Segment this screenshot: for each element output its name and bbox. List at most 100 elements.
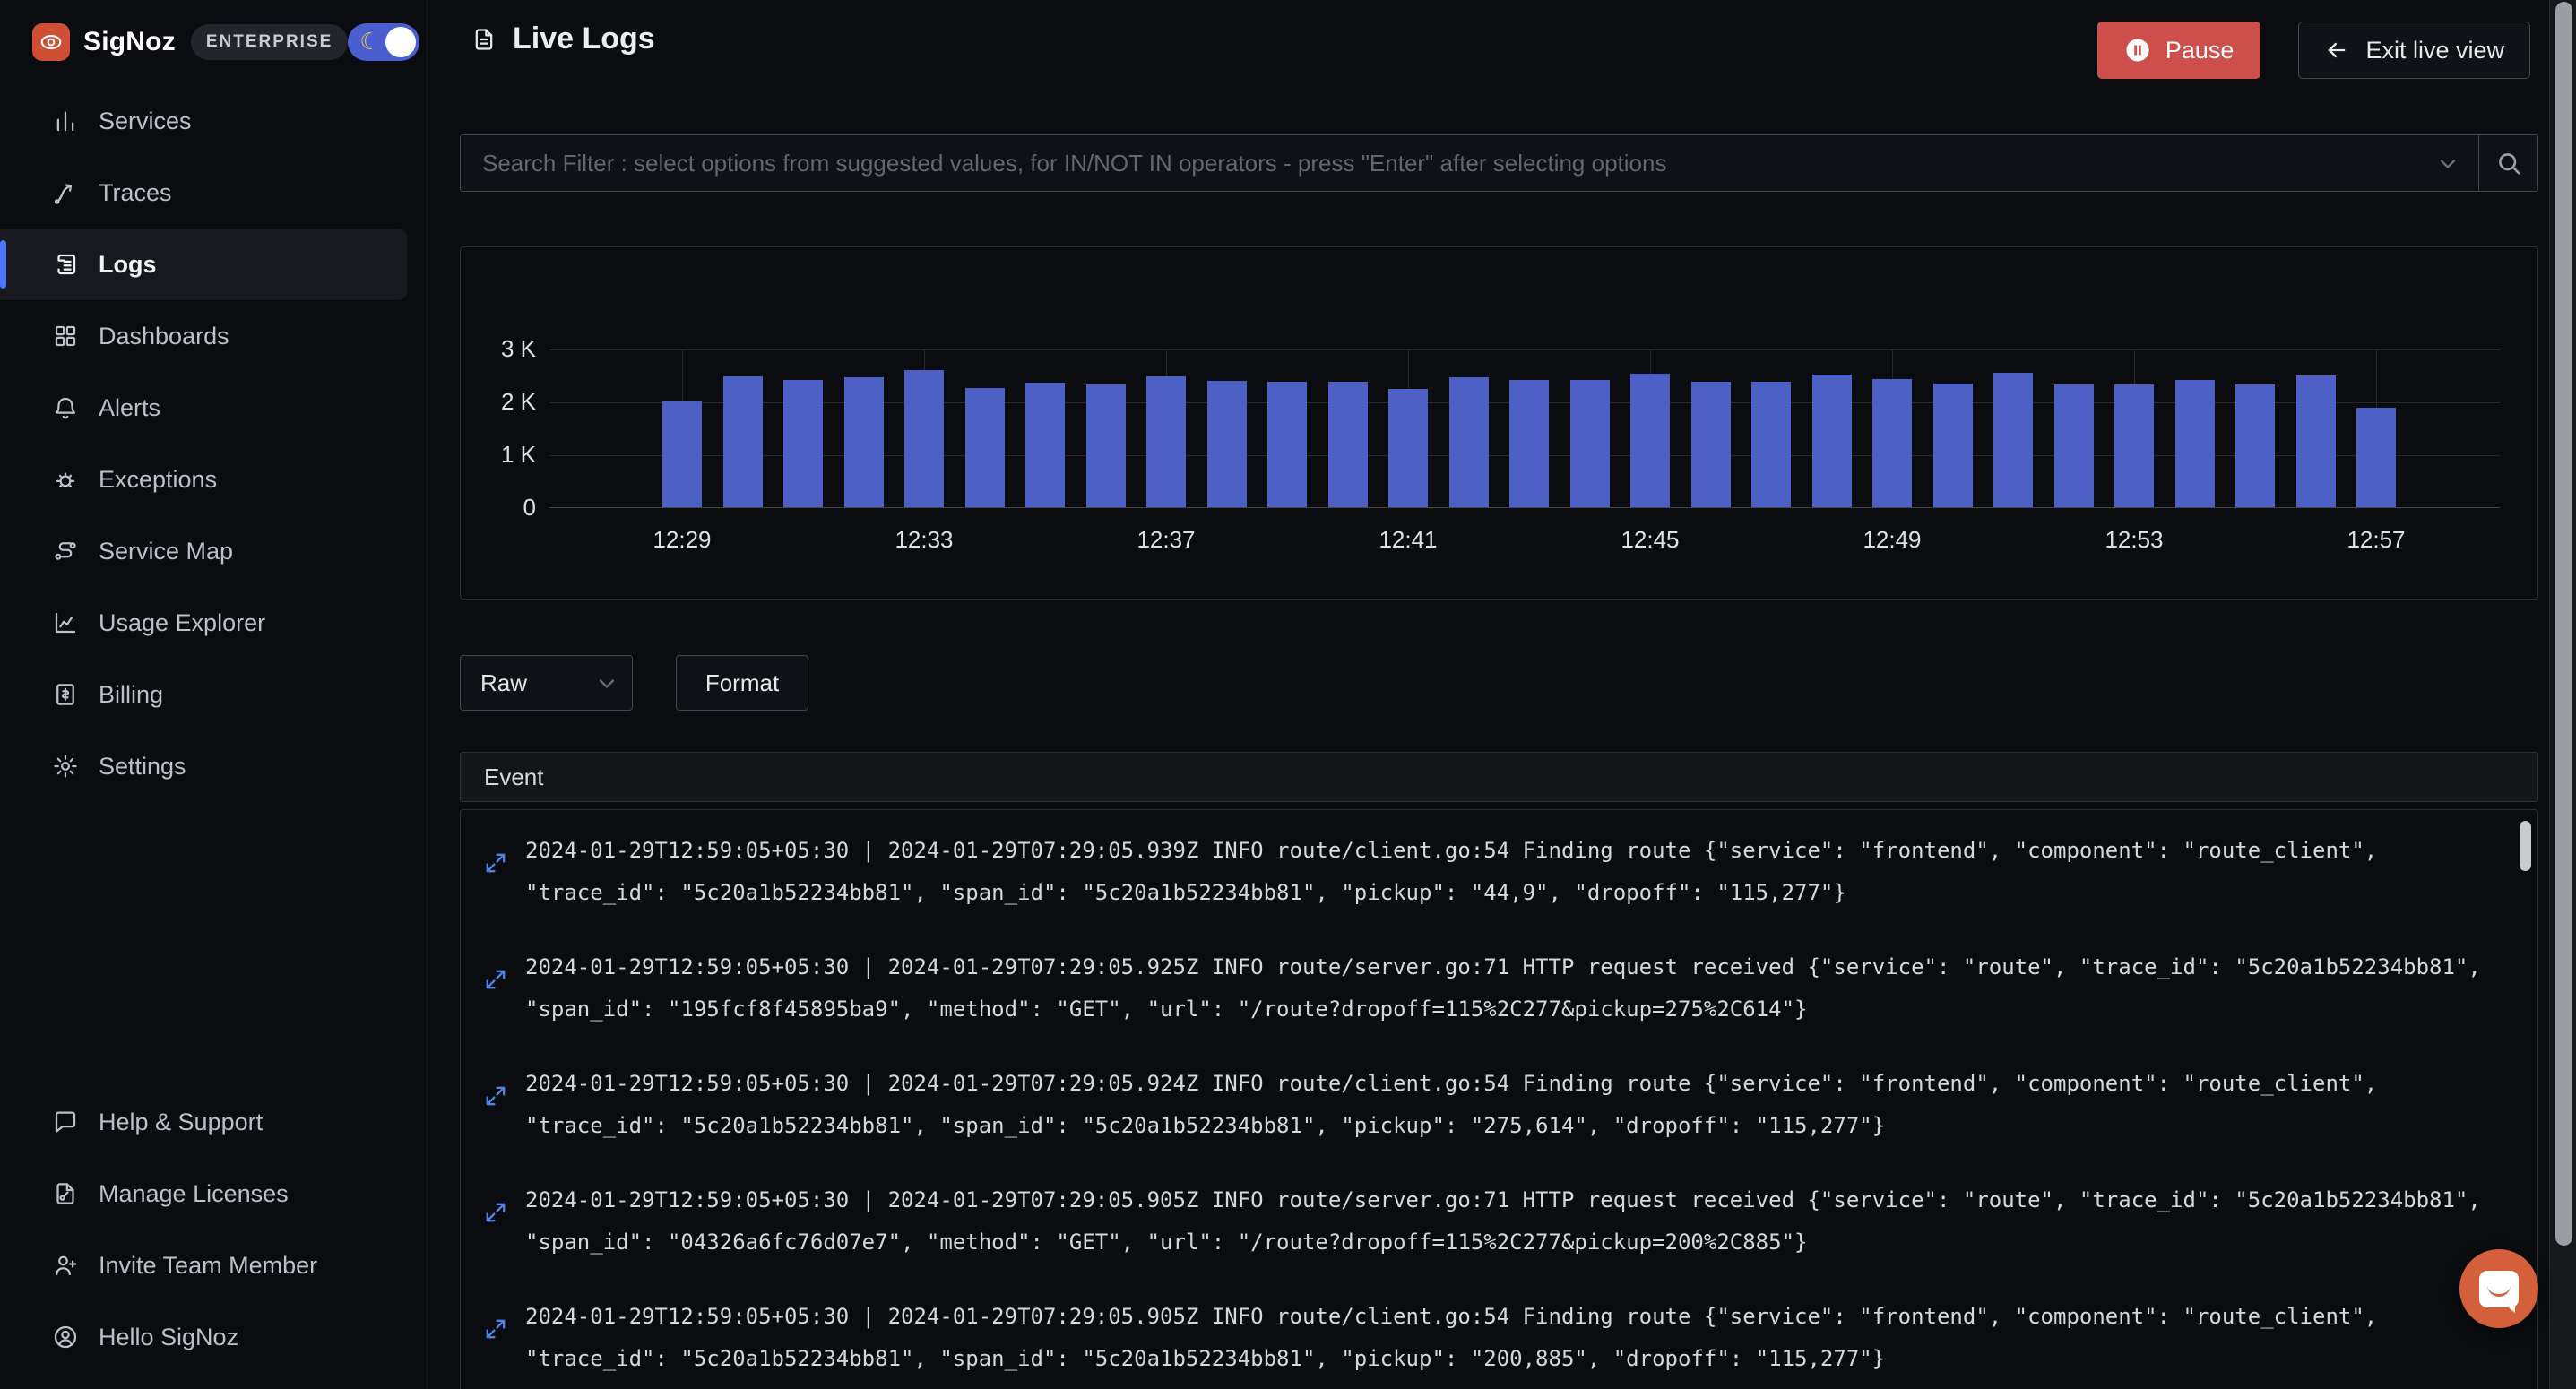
page-header: Live Logs Pause Exit live view bbox=[460, 0, 2538, 99]
sidebar-item-label: Hello SigNoz bbox=[99, 1324, 238, 1351]
sidebar-item-label: Settings bbox=[99, 753, 186, 781]
expand-icon[interactable] bbox=[484, 968, 507, 991]
chart-bar bbox=[1872, 379, 1912, 507]
chart-bar bbox=[965, 388, 1005, 507]
x-tick-label: 12:53 bbox=[2080, 526, 2188, 554]
log-line-2: "span_id": "04326a6fc76d07e7", "method":… bbox=[525, 1221, 2502, 1264]
chart-bar bbox=[1993, 373, 2033, 507]
user-circle-icon bbox=[52, 1324, 79, 1350]
chevron-down-icon[interactable] bbox=[2435, 151, 2460, 181]
x-tick-label: 12:33 bbox=[870, 526, 978, 554]
sidebar-item-help-support[interactable]: Help & Support bbox=[0, 1086, 407, 1158]
sidebar-item-label: Help & Support bbox=[99, 1109, 263, 1136]
log-view-controls: Raw Format bbox=[460, 655, 808, 711]
brand-name: SigNoz bbox=[83, 27, 176, 57]
chart-bar bbox=[1751, 382, 1791, 507]
chart-bar bbox=[2296, 375, 2336, 507]
sidebar-item-label: Services bbox=[99, 108, 192, 135]
sidebar-item-invite-team-member[interactable]: Invite Team Member bbox=[0, 1229, 407, 1301]
search-row: Search Filter : select options from sugg… bbox=[460, 134, 2538, 192]
chart-bar bbox=[1388, 389, 1428, 507]
sidebar-item-label: Traces bbox=[99, 179, 172, 207]
sidebar-item-hello-signoz[interactable]: Hello SigNoz bbox=[0, 1301, 407, 1373]
chart-bar bbox=[1449, 377, 1489, 507]
log-line-2: "trace_id": "5c20a1b52234bb81", "span_id… bbox=[525, 1105, 2502, 1147]
sidebar-item-logs[interactable]: Logs bbox=[0, 229, 407, 300]
x-tick-label: 12:29 bbox=[628, 526, 736, 554]
log-line-2: "span_id": "195fcf8f45895ba9", "method":… bbox=[525, 988, 2502, 1031]
logs-scroll-icon bbox=[52, 251, 79, 278]
logs-rows: 2024-01-29T12:59:05+05:30 | 2024-01-29T0… bbox=[461, 821, 2537, 1389]
log-row[interactable]: 2024-01-29T12:59:05+05:30 | 2024-01-29T0… bbox=[461, 1287, 2537, 1389]
log-row[interactable]: 2024-01-29T12:59:05+05:30 | 2024-01-29T0… bbox=[461, 821, 2537, 923]
sidebar-item-service-map[interactable]: Service Map bbox=[0, 515, 407, 587]
expand-icon[interactable] bbox=[484, 851, 507, 875]
chart-bar bbox=[783, 380, 823, 507]
chart-bar bbox=[1812, 375, 1852, 507]
gear-icon bbox=[52, 753, 79, 780]
sidebar-item-label: Logs bbox=[99, 251, 157, 279]
logs-list: 2024-01-29T12:59:05+05:30 | 2024-01-29T0… bbox=[460, 809, 2538, 1389]
exit-live-view-button[interactable]: Exit live view bbox=[2298, 22, 2530, 79]
sidebar-item-billing[interactable]: Billing bbox=[0, 659, 407, 730]
chat-bubble-icon bbox=[2479, 1271, 2519, 1307]
sidebar-item-settings[interactable]: Settings bbox=[0, 730, 407, 802]
chart-bar bbox=[1691, 382, 1731, 507]
invite-user-icon bbox=[52, 1252, 79, 1279]
page-scrollbar-track[interactable] bbox=[2549, 0, 2576, 1389]
view-mode-select[interactable]: Raw bbox=[460, 655, 633, 711]
page-title-text: Live Logs bbox=[513, 22, 655, 56]
main-content: Live Logs Pause Exit live view bbox=[460, 0, 2538, 1389]
sidebar-item-alerts[interactable]: Alerts bbox=[0, 372, 407, 444]
log-row[interactable]: 2024-01-29T12:59:05+05:30 | 2024-01-29T0… bbox=[461, 1170, 2537, 1273]
expand-icon[interactable] bbox=[484, 1201, 507, 1224]
chart-bar bbox=[2356, 408, 2396, 507]
expand-icon[interactable] bbox=[484, 1084, 507, 1108]
theme-toggle[interactable]: ☾ bbox=[348, 23, 419, 61]
search-button[interactable] bbox=[2479, 134, 2538, 192]
chat-bubble-tail bbox=[2505, 1305, 2515, 1313]
chart-bar bbox=[1146, 376, 1186, 507]
log-row[interactable]: 2024-01-29T12:59:05+05:30 | 2024-01-29T0… bbox=[461, 937, 2537, 1040]
pause-label: Pause bbox=[2165, 37, 2235, 65]
logs-scrollbar-thumb[interactable] bbox=[2520, 821, 2531, 871]
search-filter-input[interactable]: Search Filter : select options from sugg… bbox=[460, 134, 2479, 192]
sidebar-item-exceptions[interactable]: Exceptions bbox=[0, 444, 407, 515]
x-tick-label: 12:45 bbox=[1596, 526, 1704, 554]
chart-bar bbox=[1570, 380, 1610, 507]
chat-support-button[interactable] bbox=[2459, 1249, 2538, 1328]
chart-bar bbox=[2175, 380, 2215, 507]
logs-frequency-chart: 01 K2 K3 K 12:2912:3312:3712:4112:4512:4… bbox=[460, 246, 2538, 600]
x-tick-label: 12:57 bbox=[2322, 526, 2430, 554]
pause-button[interactable]: Pause bbox=[2097, 22, 2261, 79]
usage-chart-icon bbox=[52, 609, 79, 636]
log-line-1: 2024-01-29T12:59:05+05:30 | 2024-01-29T0… bbox=[525, 830, 2502, 872]
expand-icon[interactable] bbox=[484, 1317, 507, 1341]
chart-bar bbox=[1025, 383, 1065, 507]
chevron-down-icon bbox=[594, 671, 619, 703]
chat-smile-icon bbox=[2487, 1285, 2511, 1297]
format-button[interactable]: Format bbox=[676, 655, 808, 711]
sidebar-item-label: Service Map bbox=[99, 538, 233, 565]
sidebar-item-usage-explorer[interactable]: Usage Explorer bbox=[0, 587, 407, 659]
h-gridline bbox=[549, 349, 2500, 350]
page-scrollbar-thumb[interactable] bbox=[2555, 2, 2572, 1246]
log-row[interactable]: 2024-01-29T12:59:05+05:30 | 2024-01-29T0… bbox=[461, 1054, 2537, 1156]
search-icon bbox=[2494, 149, 2523, 177]
sidebar-footer-nav: Help & Support Manage LicensesInvite Team… bbox=[0, 1086, 427, 1373]
sidebar-item-services[interactable]: Services bbox=[0, 85, 407, 157]
y-tick-label: 0 bbox=[461, 494, 536, 522]
sidebar: SigNoz ENTERPRISE ☾ ServicesTracesLogsDa… bbox=[0, 0, 428, 1389]
log-line-2: "trace_id": "5c20a1b52234bb81", "span_id… bbox=[525, 872, 2502, 914]
sidebar-item-label: Alerts bbox=[99, 394, 160, 422]
route-icon bbox=[52, 179, 79, 206]
sidebar-item-traces[interactable]: Traces bbox=[0, 157, 407, 229]
sidebar-item-dashboards[interactable]: Dashboards bbox=[0, 300, 407, 372]
bell-icon bbox=[52, 394, 79, 421]
event-column-header: Event bbox=[460, 752, 2538, 802]
page-title: Live Logs bbox=[471, 22, 655, 56]
sidebar-item-manage-licenses[interactable]: Manage Licenses bbox=[0, 1158, 407, 1229]
chart-bar bbox=[2114, 384, 2154, 507]
app-root: SigNoz ENTERPRISE ☾ ServicesTracesLogsDa… bbox=[0, 0, 2576, 1389]
moon-icon: ☾ bbox=[359, 28, 380, 56]
